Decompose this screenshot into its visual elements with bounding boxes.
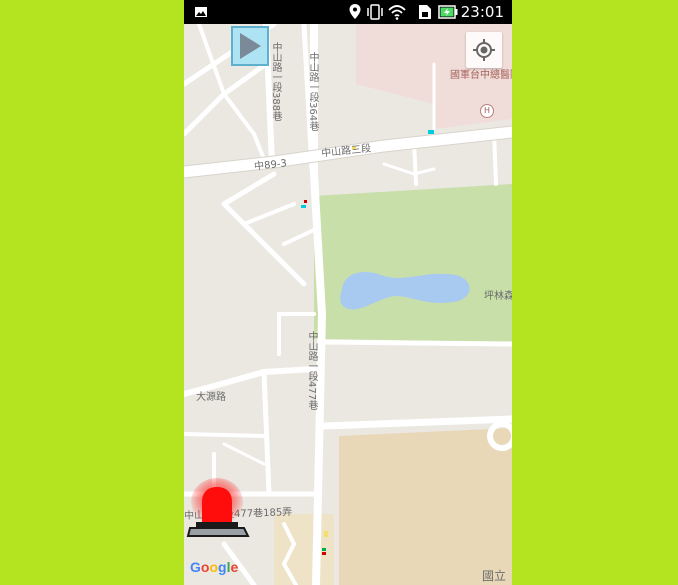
road-label: 大源路 [196, 392, 226, 403]
locate-icon [473, 39, 495, 61]
park-label: 坪林森 [484, 291, 512, 302]
clock: 23:01 [460, 3, 504, 21]
alarm-button[interactable] [186, 478, 254, 544]
hospital-icon: H [480, 104, 494, 118]
road-label: 中山路一段477巷 [306, 331, 317, 411]
image-icon [195, 7, 207, 17]
phone-screen: 23:01 中山路一段388巷 中山路一段364巷 中山路三段 中89-3 國軍… [184, 0, 512, 585]
wifi-icon [388, 5, 406, 20]
alarm-siren-icon [186, 478, 250, 537]
my-location-button[interactable] [466, 32, 502, 68]
status-bar: 23:01 [184, 0, 512, 24]
sim-icon [419, 5, 431, 19]
road-label: 中山路一段388巷 [270, 42, 281, 122]
road-label: 中山路一段364巷 [307, 52, 318, 132]
location-icon [349, 4, 361, 19]
poi-label: 國立 [482, 569, 507, 583]
vibrate-icon [367, 4, 383, 20]
play-icon [240, 33, 261, 59]
battery-icon [438, 5, 458, 19]
google-logo: Google [190, 559, 239, 575]
play-button[interactable] [231, 26, 269, 66]
hospital-label: 國軍台中總醫院 [450, 70, 512, 81]
